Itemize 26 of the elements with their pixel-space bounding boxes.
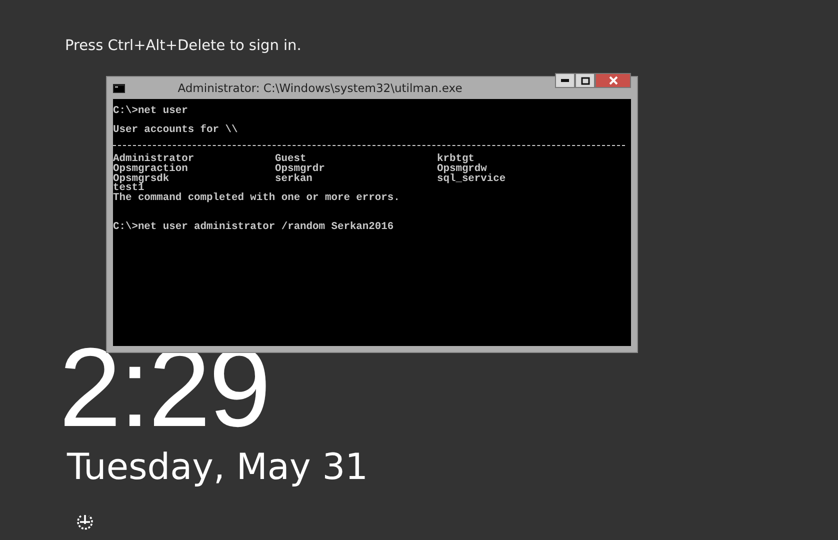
ease-of-access-icon[interactable]	[75, 512, 95, 532]
account-name: krbtgt	[437, 155, 474, 165]
account-name: Opsmgrdr	[275, 164, 326, 175]
close-button[interactable]	[595, 73, 631, 88]
account-name: Opsmgrdw	[437, 164, 487, 175]
minimize-icon	[561, 79, 569, 82]
account-name: test1	[113, 184, 144, 194]
maximize-button[interactable]	[575, 73, 595, 88]
window-title: Administrator: C:\Windows\system32\utilman.exe	[176, 81, 464, 95]
console-line: C:\>net user administrator /random Serkan2016	[113, 222, 395, 232]
sign-in-prompt: Press Ctrl+Alt+Delete to sign in.	[65, 37, 302, 56]
account-name: Administrator	[113, 155, 196, 165]
account-name: sql_service	[437, 174, 507, 184]
console-line: The command completed with one or more errors.	[113, 194, 401, 204]
date-text: Tuesday, May 31	[67, 446, 370, 490]
maximize-icon	[580, 76, 590, 84]
account-name: Guest	[275, 155, 306, 165]
console-icon	[113, 84, 125, 92]
console-line: User accounts for \\	[113, 126, 239, 136]
close-icon	[608, 76, 618, 85]
clock-time: 2:29	[59, 338, 270, 438]
account-name: serkan	[275, 174, 312, 184]
minimize-button[interactable]	[555, 73, 575, 88]
console-line: C:\>net user	[113, 107, 189, 117]
account-name: Opsmgrsdk	[113, 174, 170, 184]
account-name: Opsmgraction	[113, 164, 189, 175]
